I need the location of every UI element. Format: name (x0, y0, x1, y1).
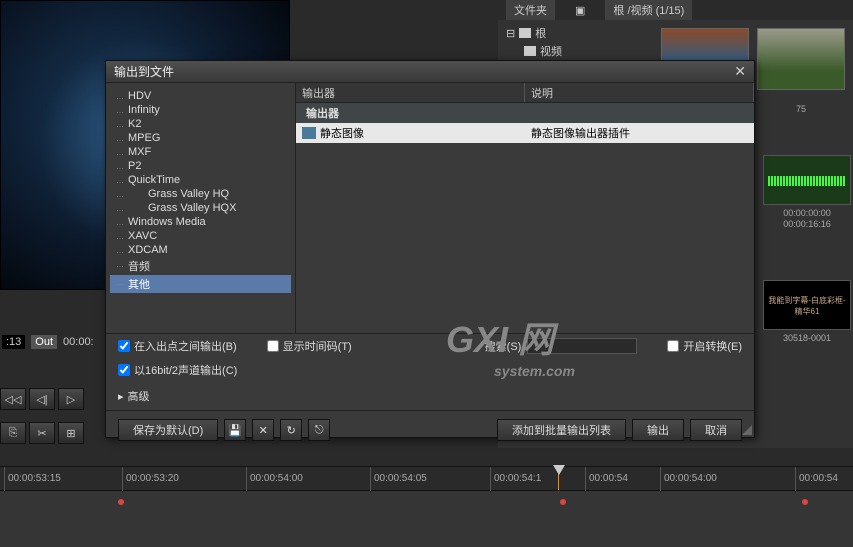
thumb-timecode: 75 (758, 93, 844, 115)
save-default-button[interactable]: 保存为默认(D) (118, 419, 218, 441)
cancel-button[interactable]: 取消 (690, 419, 742, 441)
tree-quicktime[interactable]: QuickTime (110, 173, 291, 187)
tree-hdv[interactable]: HDV (110, 89, 291, 103)
group-header: 输出器 (296, 103, 754, 123)
thumb-label: 30518-0001 (764, 333, 850, 343)
folder-icon: ▣ (575, 4, 585, 17)
tree-xdcam[interactable]: XDCAM (110, 243, 291, 257)
folder-icon (524, 46, 536, 56)
ruler-tick: 00:00:53:20 (122, 467, 179, 491)
cut-icon-button[interactable]: ✂ (29, 422, 55, 444)
dialog-titlebar[interactable]: 输出到文件 ✕ (106, 61, 754, 83)
thumbnail-still[interactable]: 我能到字幕-白底彩框-精华61 30518-0001 (763, 280, 851, 330)
duration-value: :13 (2, 335, 25, 349)
ruler-tick: 00:00:54 (585, 467, 628, 491)
format-tree: HDV Infinity K2 MPEG MXF P2 QuickTime Gr… (106, 83, 296, 333)
clip-marker[interactable] (560, 499, 566, 505)
opt-convert[interactable]: 开启转换(E) (667, 338, 742, 354)
link-icon-button[interactable]: ⎋ (308, 419, 330, 441)
opt-inout[interactable]: 在入出点之间输出(B) (118, 338, 237, 354)
ruler-tick: 00:00:54:1 (490, 467, 541, 491)
tree-gv-hqx[interactable]: Grass Valley HQX (110, 201, 291, 215)
tree-xavc[interactable]: XAVC (110, 229, 291, 243)
tree-k2[interactable]: K2 (110, 117, 291, 131)
opt-timecode[interactable]: 显示时间码(T) (267, 338, 352, 354)
playhead[interactable] (558, 467, 559, 490)
export-dialog: 输出到文件 ✕ HDV Infinity K2 MPEG MXF P2 Quic… (105, 60, 755, 438)
tree-wm[interactable]: Windows Media (110, 215, 291, 229)
root-video-tab[interactable]: 根 /视频 (1/15) (605, 0, 692, 20)
save-icon-button[interactable]: 💾 (224, 419, 246, 441)
timeline-tracks[interactable] (0, 491, 853, 547)
out-label: Out (31, 335, 57, 349)
tree-gv-hq[interactable]: Grass Valley HQ (110, 187, 291, 201)
list-row-still[interactable]: 静态图像 静态图像输出器插件 (296, 123, 754, 143)
timecode-display: :13 Out 00:00: (0, 330, 110, 354)
timeline-toolbar: ⎘ ✂ ⊞ (0, 422, 84, 444)
ruler-tick: 00:00:54:00 (660, 467, 717, 491)
out-value: 00:00: (63, 336, 94, 348)
resize-grip[interactable] (742, 425, 752, 435)
folder-icon (519, 28, 531, 38)
tree-mxf[interactable]: MXF (110, 145, 291, 159)
header-output[interactable]: 输出器 (296, 83, 525, 102)
tool-icon-button[interactable]: ⊞ (58, 422, 84, 444)
tree-other[interactable]: 其他 (110, 275, 291, 293)
ruler-tick: 00:00:53:15 (4, 467, 61, 491)
ruler-tick: 00:00:54:00 (246, 467, 303, 491)
folder-tab[interactable]: 文件夹 (506, 0, 555, 20)
play-button[interactable]: ▷ (58, 388, 84, 410)
thumbnail-2[interactable]: 75 (757, 28, 845, 90)
step-back-button[interactable]: ◁| (29, 388, 55, 410)
thumbnail-audio[interactable]: 00:00:00:0000:00:16:16 (763, 155, 851, 205)
add-batch-button[interactable]: 添加到批量输出列表 (497, 419, 626, 441)
tree-mpeg[interactable]: MPEG (110, 131, 291, 145)
timeline: 00:00:53:15 00:00:53:20 00:00:54:00 00:0… (0, 466, 853, 546)
clip-marker[interactable] (802, 499, 808, 505)
timeline-ruler[interactable]: 00:00:53:15 00:00:53:20 00:00:54:00 00:0… (0, 467, 853, 491)
list-header: 输出器 说明 (296, 83, 754, 103)
dialog-title: 输出到文件 (114, 63, 174, 80)
ruler-tick: 00:00:54:05 (370, 467, 427, 491)
export-icon-button[interactable]: ⎘ (0, 422, 26, 444)
header-desc[interactable]: 说明 (525, 83, 754, 102)
rewind-button[interactable]: ◁◁ (0, 388, 26, 410)
thumb-timecode: 00:00:00:0000:00:16:16 (764, 208, 850, 230)
clip-marker[interactable] (118, 499, 124, 505)
close-icon[interactable]: ✕ (734, 63, 746, 80)
ruler-tick: 00:00:54 (795, 467, 838, 491)
search-label: 搜索(S) (485, 338, 522, 354)
output-button[interactable]: 输出 (632, 419, 684, 441)
search-box: 搜索(S) (485, 338, 638, 354)
film-icon (302, 127, 316, 139)
delete-icon-button[interactable]: ✕ (252, 419, 274, 441)
advanced-toggle[interactable]: ▸ 高级 (118, 386, 742, 406)
tree-p2[interactable]: P2 (110, 159, 291, 173)
refresh-icon-button[interactable]: ↻ (280, 419, 302, 441)
search-input[interactable] (527, 338, 637, 354)
tree-audio[interactable]: 音频 (110, 257, 291, 275)
tree-infinity[interactable]: Infinity (110, 103, 291, 117)
transport-controls: ◁◁ ◁| ▷ (0, 388, 84, 410)
opt-16bit[interactable]: 以16bit/2声道输出(C) (118, 362, 237, 378)
